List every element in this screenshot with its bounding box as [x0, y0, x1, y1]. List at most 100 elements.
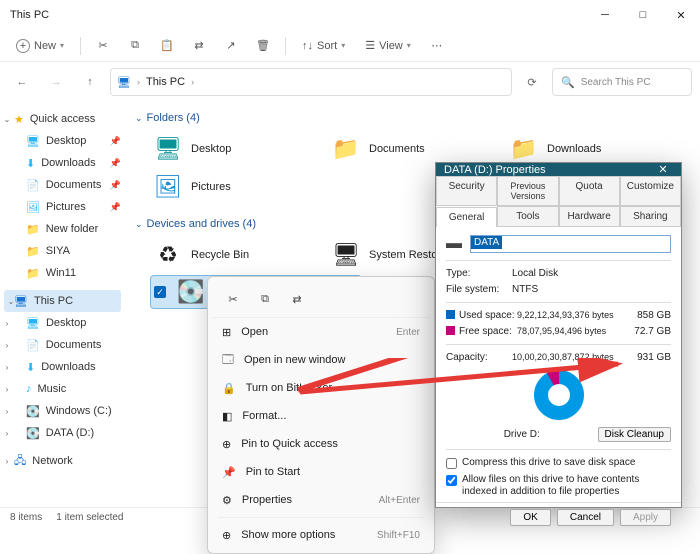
sidebar-pc-music[interactable]: ›♪Music [0, 378, 125, 400]
properties-dialog: DATA (D:) Properties ✕ Security Previous… [435, 162, 682, 508]
dialog-tabs-row1: Security Previous Versions Quota Customi… [436, 176, 681, 206]
more-button[interactable]: ⋯ [423, 35, 451, 56]
dialog-title: DATA (D:) Properties [444, 164, 546, 176]
scissors-icon: ✂ [98, 39, 107, 52]
breadcrumb[interactable]: 🖥 › This PC › [110, 68, 512, 96]
pin-icon: 📌 [110, 136, 121, 147]
folder-pictures[interactable]: 🖼Pictures [151, 170, 311, 204]
folder-downloads[interactable]: 📁Downloads [507, 132, 667, 166]
search-icon: 🔍 [561, 76, 575, 89]
pin-icon: 📌 [110, 180, 121, 191]
paste-button[interactable]: 📋 [153, 35, 181, 56]
tab-customize[interactable]: Customize [620, 176, 681, 205]
ctx-cut-icon[interactable]: ✂ [220, 287, 246, 311]
ctx-open-new[interactable]: 🗔Open in new window [212, 346, 430, 374]
ctx-format[interactable]: ◧Format... [212, 402, 430, 430]
tab-hardware[interactable]: Hardware [559, 206, 620, 226]
checkbox-icon[interactable]: ✓ [154, 286, 166, 298]
view-button[interactable]: ☰ View ▾ [357, 35, 419, 56]
tab-sharing[interactable]: Sharing [620, 206, 681, 226]
share-icon: ↗ [226, 39, 235, 52]
folder-desktop[interactable]: 🖥Desktop [151, 132, 311, 166]
sidebar-win11[interactable]: 📁Win11 [0, 262, 125, 284]
ctx-open[interactable]: ⊞OpenEnter [212, 318, 430, 346]
doc-icon: 📁 [331, 136, 361, 162]
sidebar-pc-data-d[interactable]: ›💽DATA (D:) [0, 422, 125, 444]
back-button[interactable]: ← [8, 68, 36, 96]
group-folders[interactable]: ⌄Folders (4) [135, 108, 690, 128]
type-value: Local Disk [512, 268, 671, 279]
fs-value: NTFS [512, 284, 671, 295]
index-checkbox[interactable]: Allow files on this drive to have conten… [446, 474, 671, 498]
sidebar-pc-windows-c[interactable]: ›💽Windows (C:) [0, 400, 125, 422]
copy-button[interactable]: ⧉ [121, 35, 149, 56]
sidebar-pc-documents[interactable]: ›📄Documents [0, 334, 125, 356]
close-icon[interactable]: ✕ [653, 163, 673, 176]
pc-icon: 🖥 [117, 76, 131, 89]
sidebar-documents[interactable]: 📄Documents📌 [0, 174, 125, 196]
sort-button[interactable]: ↑↓ Sort ▾ [294, 36, 353, 56]
refresh-button[interactable]: ⟳ [518, 68, 546, 96]
cancel-button[interactable]: Cancel [557, 509, 614, 526]
cut-button[interactable]: ✂ [89, 35, 117, 56]
ctx-properties[interactable]: ⚙PropertiesAlt+Enter [212, 486, 430, 514]
sidebar-siya[interactable]: 📁SIYA [0, 240, 125, 262]
up-button[interactable]: ↑ [76, 68, 104, 96]
window-title: This PC [10, 9, 49, 21]
rename-button[interactable]: ⇄ [185, 35, 213, 56]
close-button[interactable]: ✕ [662, 0, 700, 30]
pin-icon: 📌 [110, 202, 121, 213]
apply-button[interactable]: Apply [620, 509, 671, 526]
drive-icon: 💽 [176, 279, 206, 305]
share-button[interactable]: ↗ [217, 35, 245, 56]
pin-icon: 📌 [110, 158, 121, 169]
sidebar-downloads[interactable]: ⬇Downloads📌 [0, 152, 125, 174]
ctx-bitlocker[interactable]: 🔒Turn on BitLocker [212, 374, 430, 402]
folder-icon: 📁 [26, 223, 40, 236]
drive-name-input[interactable]: DATA [470, 235, 671, 253]
folder-documents[interactable]: 📁Documents [329, 132, 489, 166]
ctx-more[interactable]: ⊕Show more optionsShift+F10 [212, 521, 430, 549]
sidebar-newfolder[interactable]: 📁New folder [0, 218, 125, 240]
maximize-button[interactable]: □ [624, 0, 662, 30]
properties-icon: ⚙ [222, 494, 232, 507]
delete-button[interactable]: 🗑 [249, 35, 277, 56]
disk-cleanup-button[interactable]: Disk Cleanup [598, 427, 671, 442]
open-icon: ⊞ [222, 326, 231, 339]
sidebar-network[interactable]: ›🖧Network [0, 450, 125, 472]
sidebar-desktop[interactable]: 🖥Desktop📌 [0, 130, 125, 152]
tab-tools[interactable]: Tools [497, 206, 558, 226]
forward-button[interactable]: → [42, 68, 70, 96]
usage-donut [534, 370, 584, 420]
address-bar: ← → ↑ 🖥 › This PC › ⟳ 🔍 Search This PC [0, 62, 700, 102]
sidebar-pictures[interactable]: 🖼Pictures📌 [0, 196, 125, 218]
ctx-copy-icon[interactable]: ⧉ [252, 287, 278, 311]
sidebar-pc-desktop[interactable]: ›🖥Desktop [0, 312, 125, 334]
toolbar: + New ▾ ✂ ⧉ 📋 ⇄ ↗ 🗑 ↑↓ Sort ▾ ☰ View ▾ ⋯ [0, 30, 700, 62]
tab-prev-versions[interactable]: Previous Versions [497, 176, 558, 205]
desktop-icon: 🖥 [26, 135, 40, 148]
search-input[interactable]: 🔍 Search This PC [552, 68, 692, 96]
sidebar-pc-downloads[interactable]: ›⬇Downloads [0, 356, 125, 378]
tab-security[interactable]: Security [436, 176, 497, 205]
minimize-button[interactable]: ─ [586, 0, 624, 30]
ctx-rename-icon[interactable]: ⇄ [284, 287, 310, 311]
compress-checkbox[interactable]: Compress this drive to save disk space [446, 457, 671, 469]
picture-icon: 🖼 [153, 174, 183, 200]
recycle-icon: ♻ [153, 242, 183, 268]
restore-icon: 🖥 [331, 242, 361, 268]
ok-button[interactable]: OK [510, 509, 550, 526]
drive-recycle[interactable]: ♻Recycle Bin [151, 238, 311, 272]
desktop-icon: 🖥 [153, 136, 183, 162]
doc-icon: 📄 [26, 179, 40, 192]
tab-general[interactable]: General [436, 207, 497, 227]
ctx-pin-quick[interactable]: ⊕Pin to Quick access [212, 430, 430, 458]
tab-quota[interactable]: Quota [559, 176, 620, 205]
download-icon: 📁 [509, 136, 539, 162]
paste-icon: 📋 [160, 39, 174, 52]
dialog-title-bar[interactable]: DATA (D:) Properties ✕ [436, 163, 681, 176]
sidebar-this-pc[interactable]: ⌄🖥This PC [4, 290, 121, 312]
ctx-pin-start[interactable]: 📌Pin to Start [212, 458, 430, 486]
sidebar-quick-access[interactable]: ⌄★ Quick access [0, 108, 125, 130]
new-button[interactable]: + New ▾ [8, 35, 72, 57]
